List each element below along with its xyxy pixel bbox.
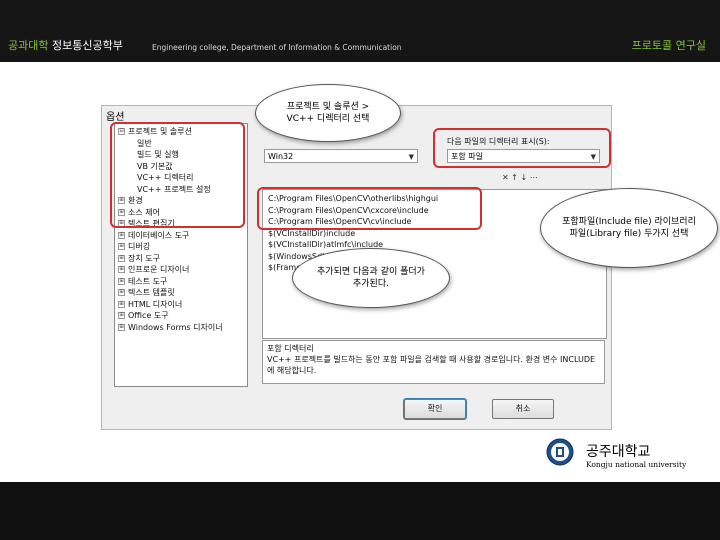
expand-icon[interactable]: ⊞: [118, 231, 125, 239]
callout-right: 포함파일(Include file) 라이브러리 파일(Library file…: [540, 188, 718, 268]
cancel-button[interactable]: 취소: [492, 399, 554, 419]
tree-item-database-tools[interactable]: ⊞ 데이터베이스 도구: [118, 230, 189, 242]
tree-item-label: 디버깅: [128, 242, 151, 251]
directory-toolbar[interactable]: ✕ ↑ ↓ ⋯: [502, 173, 538, 182]
tree-item-label: 테스트 도구: [128, 276, 168, 286]
tree-item-debugging[interactable]: ⊞ 디버깅: [118, 241, 150, 253]
header-title-main: 정보통신공학부: [51, 39, 123, 52]
header-title-accent: 공과대학: [8, 39, 49, 52]
tree-item-text-templates[interactable]: ⊞ 텍스트 템플릿: [118, 287, 175, 299]
tree-item-label: 인프로운 디자이너: [128, 265, 190, 274]
university-english-name: Kongju national university: [586, 460, 687, 469]
tree-item-windows-forms-designer[interactable]: ⊞ Windows Forms 디자이너: [118, 322, 223, 334]
header-subtitle: Engineering college, Department of Infor…: [152, 43, 402, 52]
header-lab-name: 프로토콜 연구실: [631, 39, 706, 52]
description-panel: 포함 디렉터리 VC++ 프로젝트를 빌드하는 동안 포함 파일을 검색할 때 …: [262, 340, 605, 384]
callout-top: 프로젝트 및 솔루션 > VC++ 디렉터리 선택: [255, 84, 401, 142]
tree-item-label: 장치 도구: [128, 253, 160, 263]
tree-item-device-tools[interactable]: ⊞ 장치 도구: [118, 253, 160, 265]
tree-item-workflow-designer[interactable]: ⊞ 인프로운 디자이너: [118, 264, 189, 276]
chevron-down-icon[interactable]: ▼: [409, 150, 414, 164]
tree-item-html-designer[interactable]: ⊞ HTML 디자이너: [118, 299, 182, 311]
tree-item-label: Windows Forms 디자이너: [128, 322, 223, 332]
expand-icon[interactable]: ⊞: [118, 300, 125, 308]
expand-icon[interactable]: ⊞: [118, 243, 125, 250]
dialog-title: 옵션: [106, 112, 125, 123]
tree-item-office-tools[interactable]: ⊞ Office 도구: [118, 310, 169, 322]
ok-button[interactable]: 확인: [403, 398, 467, 420]
description-text: VC++ 프로젝트를 빌드하는 동안 포함 파일을 검색할 때 사용할 경로입니…: [267, 355, 596, 375]
platform-select-value: Win32: [268, 152, 294, 161]
expand-icon[interactable]: ⊞: [118, 289, 125, 296]
expand-icon[interactable]: ⊞: [118, 323, 125, 331]
university-emblem-icon: [546, 438, 574, 466]
slide-header: 공과대학 정보통신공학부 Engineering college, Depart…: [0, 0, 720, 62]
tree-item-label: Office 도구: [128, 311, 169, 320]
expand-icon[interactable]: ⊞: [118, 254, 125, 262]
tree-item-label: 데이터베이스 도구: [128, 230, 190, 240]
header-title: 공과대학 정보통신공학부: [8, 37, 123, 53]
expand-icon[interactable]: ⊞: [118, 277, 125, 285]
tree-item-test-tools[interactable]: ⊞ 테스트 도구: [118, 276, 167, 288]
highlight-show-dirs: [433, 128, 611, 168]
tree-item-label: 텍스트 템플릿: [128, 288, 175, 297]
callout-middle: 추가되면 다음과 같이 폴더가 추가된다.: [292, 248, 450, 308]
university-name: 공주대학교: [586, 444, 651, 460]
highlight-tree-selection: [110, 122, 245, 228]
description-title: 포함 디렉터리: [267, 344, 314, 353]
platform-select[interactable]: Win32 ▼: [264, 149, 418, 163]
tree-item-label: HTML 디자이너: [128, 299, 183, 309]
expand-icon[interactable]: ⊞: [118, 312, 125, 319]
expand-icon[interactable]: ⊞: [118, 266, 125, 273]
slide-footer: [0, 482, 720, 540]
highlight-directory-list: [257, 187, 482, 230]
